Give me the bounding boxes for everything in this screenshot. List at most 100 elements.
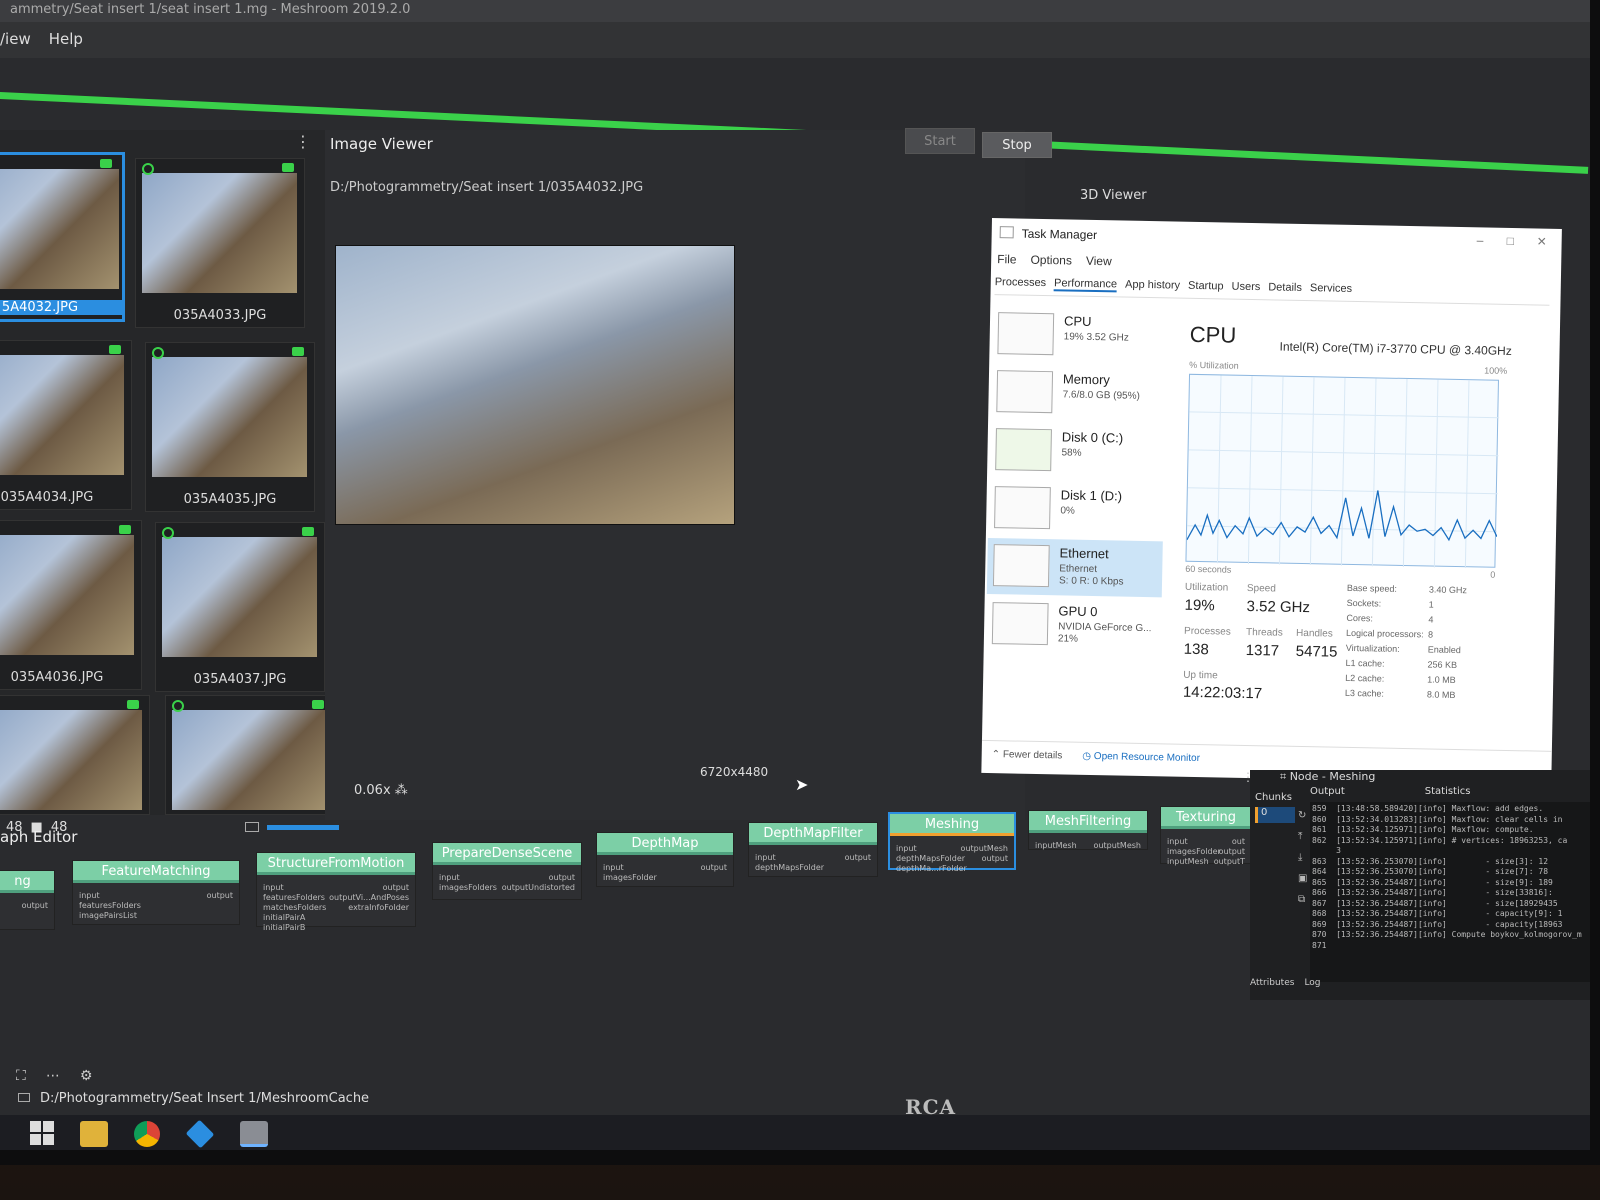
node-inputs: input imagesFolder xyxy=(603,863,657,882)
start-button[interactable]: Start xyxy=(905,128,975,154)
node-title: StructureFromMotion xyxy=(257,853,415,875)
gallery-thumb[interactable]: 035A4037.JPG xyxy=(155,522,325,692)
task-manager-icon xyxy=(999,226,1014,239)
tab-performance[interactable]: Performance xyxy=(1053,277,1118,293)
graph-node[interactable]: PrepareDenseScene input imagesFolders ou… xyxy=(432,842,582,900)
gallery-thumb[interactable]: 035A4036.JPG xyxy=(0,520,142,690)
graph-toolbar: ⛶ ⋯ ⚙ xyxy=(16,1068,92,1084)
viewer-image[interactable] xyxy=(335,245,735,525)
fewer-details-link[interactable]: ⌃ Fewer details xyxy=(992,749,1063,763)
stat-label-handles: Handles xyxy=(1295,627,1333,640)
spec-label: Logical processors: xyxy=(1346,627,1424,640)
graph-node-selected[interactable]: Meshing input depthMapsFolder depthMa...… xyxy=(888,812,1016,873)
scroll-bottom-icon[interactable]: ⤓ xyxy=(1298,852,1307,863)
more-options-icon[interactable]: ⋯ xyxy=(46,1068,60,1084)
graph-node[interactable]: DepthMap input imagesFolder output xyxy=(596,832,734,887)
tab-log[interactable]: Log xyxy=(1304,978,1320,988)
camera-icon xyxy=(312,700,324,709)
copy-icon[interactable]: ▣ xyxy=(1298,873,1307,884)
fewer-details-label: Fewer details xyxy=(1002,749,1063,762)
tm-menu-file[interactable]: File xyxy=(997,252,1017,266)
chrome-icon[interactable] xyxy=(134,1121,160,1147)
node-inputs: input featuresFolders imagePairsList xyxy=(79,891,141,920)
tm-menu-view[interactable]: View xyxy=(1086,254,1112,268)
scroll-top-icon[interactable]: ⤒ xyxy=(1298,831,1307,842)
node-panel-tabs: Output Statistics xyxy=(1310,786,1470,797)
gallery-menu-icon[interactable]: ⋮ xyxy=(295,132,311,151)
menu-help[interactable]: Help xyxy=(49,30,83,58)
node-panel-title: ⌗ Node - Meshing xyxy=(1280,770,1375,784)
tab-services[interactable]: Services xyxy=(1310,282,1352,297)
menu-view[interactable]: /iew xyxy=(0,30,31,58)
tab-startup[interactable]: Startup xyxy=(1188,280,1224,295)
spec-label: Base speed: xyxy=(1346,582,1398,594)
maximize-icon[interactable]: □ xyxy=(1507,234,1515,248)
perf-item-name: Disk 0 (C:) xyxy=(1061,429,1124,446)
perf-item-detail: NVIDIA GeForce G... xyxy=(1058,621,1152,635)
tab-statistics[interactable]: Statistics xyxy=(1425,786,1471,797)
tab-processes[interactable]: Processes xyxy=(995,276,1047,291)
perf-item-name: Ethernet xyxy=(1059,545,1109,562)
graph-node[interactable]: Texturing input imagesFolder inputMesh o… xyxy=(1160,806,1252,866)
screen: ammetry/Seat insert 1/seat insert 1.mg -… xyxy=(0,0,1590,1150)
spec-value: 256 KB xyxy=(1427,659,1458,671)
windows-taskbar xyxy=(0,1115,1590,1150)
tab-details[interactable]: Details xyxy=(1268,281,1302,296)
close-icon[interactable]: ✕ xyxy=(1537,234,1547,248)
perf-item-ethernet[interactable]: Ethernet Ethernet S: 0 R: 0 Kbps xyxy=(986,537,1163,598)
stat-value-handles: 54715 xyxy=(1295,642,1338,661)
gallery-thumb[interactable]: 035A4033.JPG xyxy=(135,158,305,328)
camera-icon xyxy=(127,700,139,709)
node-title: Meshing xyxy=(890,814,1014,836)
open-resource-monitor-link[interactable]: ◷ Open Resource Monitor xyxy=(1082,751,1200,766)
gallery-thumb[interactable]: 035A4034.JPG xyxy=(0,340,132,510)
node-title: MeshFiltering xyxy=(1029,811,1147,833)
zoom-level: 0.06x ⁂ xyxy=(354,783,408,798)
chunk-item[interactable]: 0 xyxy=(1255,807,1295,823)
node-panel: ⋮ ⌗ Node - Meshing Chunks 0 Output Stati… xyxy=(1242,770,1590,1000)
stop-button[interactable]: Stop xyxy=(982,132,1052,158)
minimize-icon[interactable]: – xyxy=(1477,233,1484,247)
thumbnail-image xyxy=(0,169,119,289)
graph-node[interactable]: MeshFiltering inputMesh outputMesh xyxy=(1028,810,1148,850)
menu-bar: /iew Help xyxy=(0,22,1590,58)
tab-output[interactable]: Output xyxy=(1310,786,1345,797)
node-panel-menu-icon[interactable]: ⋮ xyxy=(1242,770,1254,784)
perf-item-disk1[interactable]: Disk 1 (D:) 0% xyxy=(988,480,1164,539)
utilization-axis-label: % Utilization xyxy=(1189,359,1239,371)
tm-menu-options[interactable]: Options xyxy=(1030,253,1072,268)
graph-node[interactable]: DepthMapFilter input depthMapsFolder out… xyxy=(748,822,878,877)
perf-item-disk0[interactable]: Disk 0 (C:) 58% xyxy=(989,422,1165,481)
tab-attributes[interactable]: Attributes xyxy=(1250,978,1294,988)
gallery-thumb[interactable]: 5A4032.JPG xyxy=(0,152,125,322)
perf-item-memory[interactable]: Memory 7.6/8.0 GB (95%) xyxy=(990,364,1166,423)
meshroom-taskbar-icon[interactable] xyxy=(185,1119,215,1149)
perf-item-name: CPU xyxy=(1063,313,1092,329)
graph-node[interactable]: FeatureMatching input featuresFolders im… xyxy=(72,860,240,925)
spec-value: 4 xyxy=(1428,614,1434,625)
gpu-sparkline xyxy=(991,602,1049,646)
spec-label: L3 cache: xyxy=(1344,687,1385,699)
external-icon[interactable]: ⧉ xyxy=(1298,894,1307,905)
thumb-label: 035A4036.JPG xyxy=(10,670,104,685)
spec-label: Sockets: xyxy=(1346,597,1382,609)
tab-app-history[interactable]: App history xyxy=(1125,279,1180,294)
perf-item-gpu[interactable]: GPU 0 NVIDIA GeForce G... 21% xyxy=(986,596,1162,655)
tab-users[interactable]: Users xyxy=(1231,281,1260,296)
ethernet-sparkline xyxy=(992,544,1050,588)
thumbnail-image xyxy=(0,710,142,810)
file-explorer-icon[interactable] xyxy=(80,1121,108,1147)
gallery-thumb[interactable]: 035A4035.JPG xyxy=(145,342,315,512)
graph-node[interactable]: ng output xyxy=(0,870,55,930)
windows-start-icon[interactable] xyxy=(30,1121,54,1145)
graph-node[interactable]: StructureFromMotion input featuresFolder… xyxy=(256,852,416,932)
gear-icon[interactable]: ⚙ xyxy=(80,1068,93,1084)
perf-item-cpu[interactable]: CPU 19% 3.52 GHz xyxy=(991,306,1167,365)
fit-view-icon[interactable]: ⛶ xyxy=(16,1068,26,1084)
task-manager-taskbar-icon[interactable] xyxy=(240,1121,268,1147)
gallery-thumb[interactable] xyxy=(165,695,335,815)
gallery-thumb[interactable] xyxy=(0,695,150,815)
metadata-icon[interactable]: ⁂ xyxy=(395,783,408,798)
refresh-icon[interactable]: ↻ xyxy=(1298,810,1307,821)
image-resolution: 6720x4480 xyxy=(700,765,769,779)
